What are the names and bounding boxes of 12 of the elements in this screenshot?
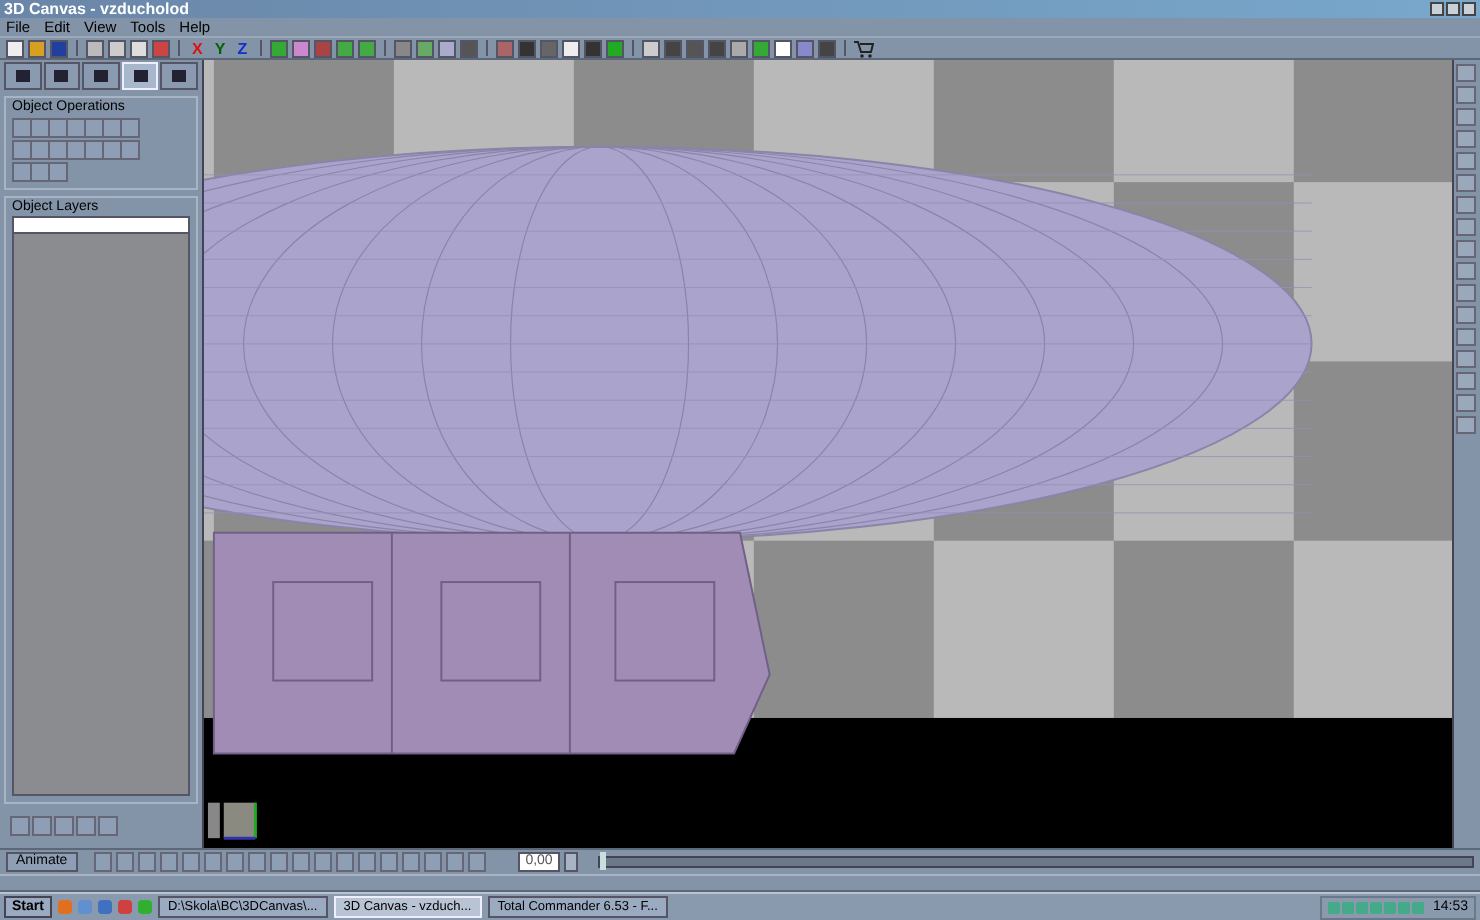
panel-tab[interactable] <box>82 62 120 90</box>
spinner-icon[interactable] <box>564 852 579 872</box>
close-button[interactable] <box>1462 2 1476 16</box>
camera-preview[interactable] <box>207 802 257 840</box>
minimize-button[interactable] <box>1430 2 1444 16</box>
panel-tab[interactable] <box>4 62 42 90</box>
panel-tab[interactable] <box>160 62 198 90</box>
cart-icon[interactable] <box>853 39 874 57</box>
restore-button[interactable] <box>1446 2 1460 16</box>
timeline-slider[interactable] <box>598 856 1474 868</box>
panel-tab[interactable] <box>43 62 81 90</box>
window-title: 3D Canvas - vzducholod <box>4 0 189 18</box>
